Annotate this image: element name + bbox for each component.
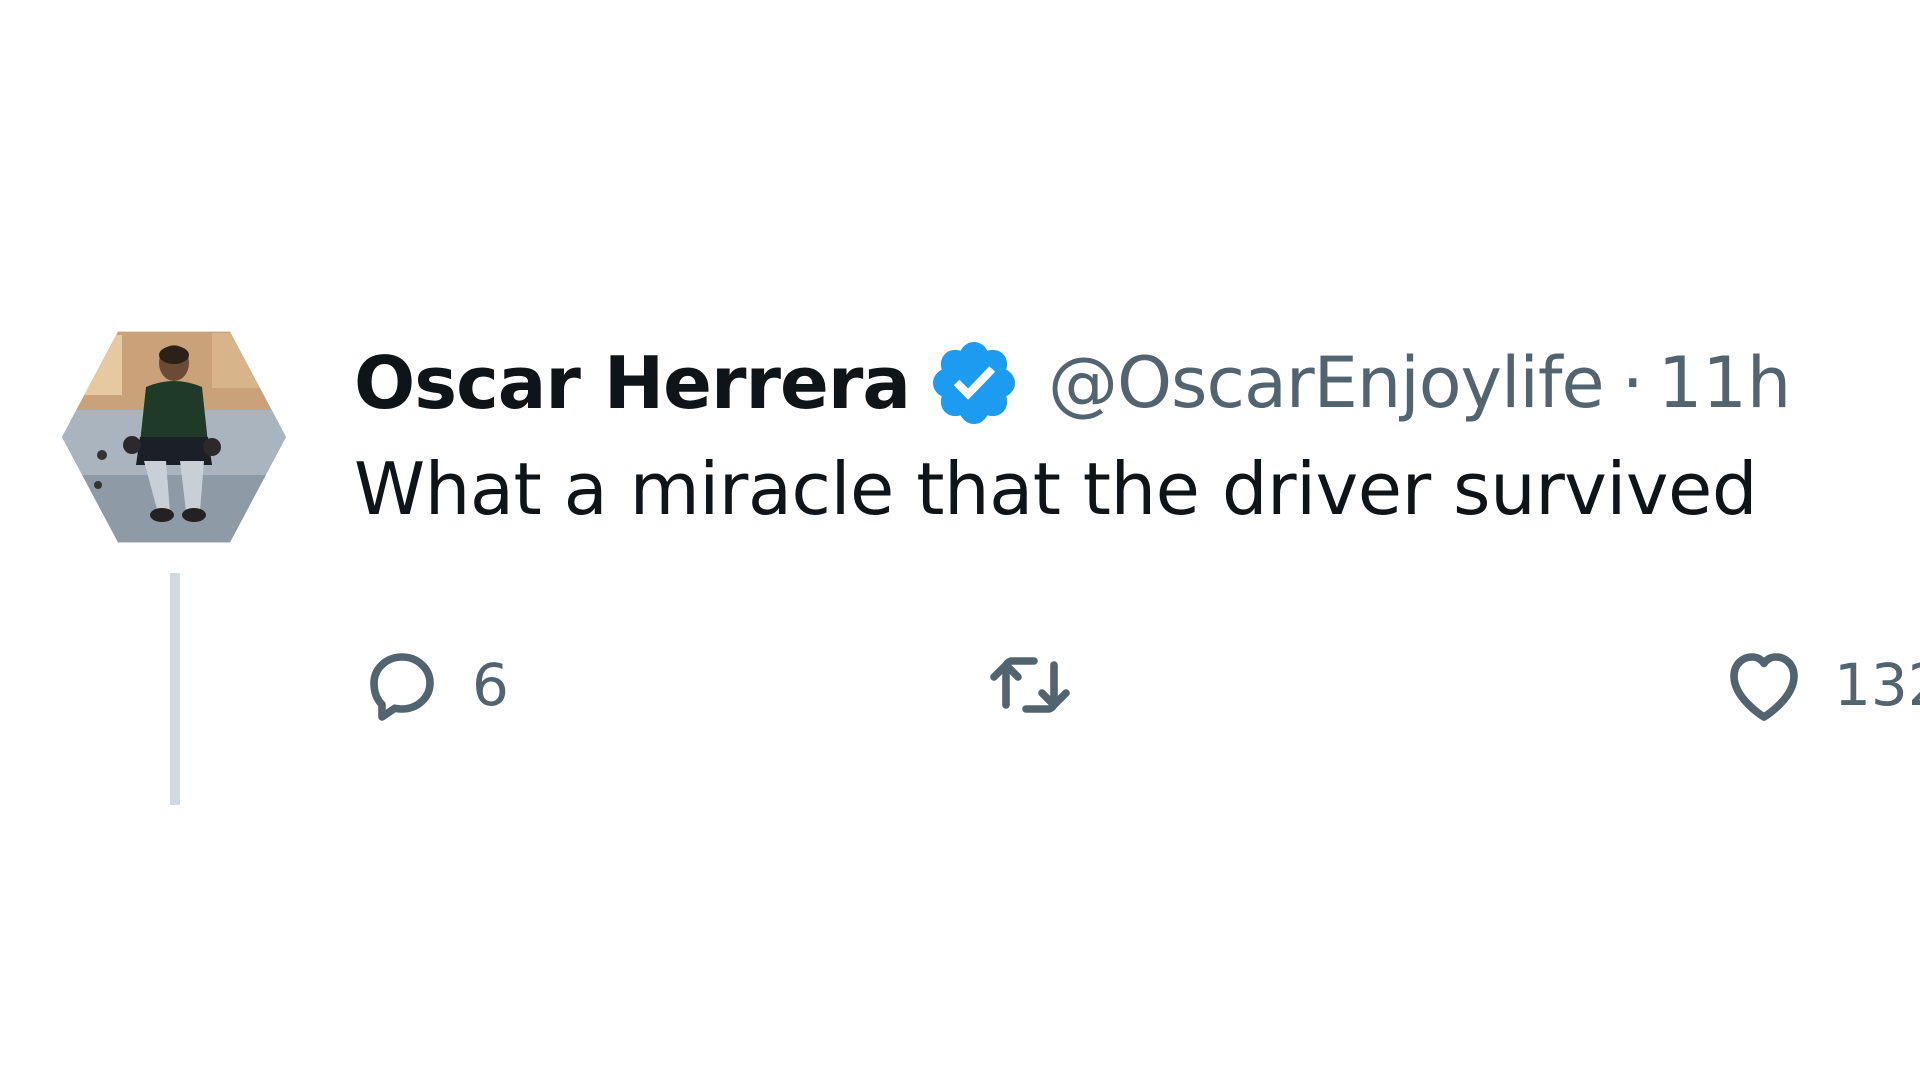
tweet-header: Oscar Herrera @OscarEnjoylife · 11h xyxy=(354,339,1884,427)
tweet-timestamp[interactable]: 11h xyxy=(1658,342,1791,424)
author-display-name[interactable]: Oscar Herrera xyxy=(354,341,911,425)
avatar-photo xyxy=(62,331,286,543)
author-handle[interactable]: @OscarEnjoylife xyxy=(1048,342,1605,424)
speech-bubble-icon xyxy=(354,637,450,733)
retweet-button[interactable] xyxy=(982,637,1078,733)
tweet-screenshot: Oscar Herrera @OscarEnjoylife · 11h What… xyxy=(0,0,1920,1080)
tweet-text: What a miracle that the driver survived xyxy=(354,447,1758,531)
like-count: 132 xyxy=(1834,651,1920,719)
separator-dot: · xyxy=(1621,342,1644,424)
tweet[interactable]: Oscar Herrera @OscarEnjoylife · 11h What… xyxy=(62,325,1920,805)
tweet-actions: 6 13 xyxy=(354,637,1920,747)
reply-count: 6 xyxy=(472,651,509,719)
tweet-content: Oscar Herrera @OscarEnjoylife · 11h What… xyxy=(354,339,1884,531)
thread-line xyxy=(170,573,180,805)
avatar[interactable] xyxy=(62,331,286,543)
retweet-arrows-icon xyxy=(982,637,1078,733)
verified-badge-icon xyxy=(926,335,1022,431)
like-button[interactable]: 132 xyxy=(1716,637,1920,733)
reply-button[interactable]: 6 xyxy=(354,637,509,733)
heart-icon xyxy=(1716,637,1812,733)
